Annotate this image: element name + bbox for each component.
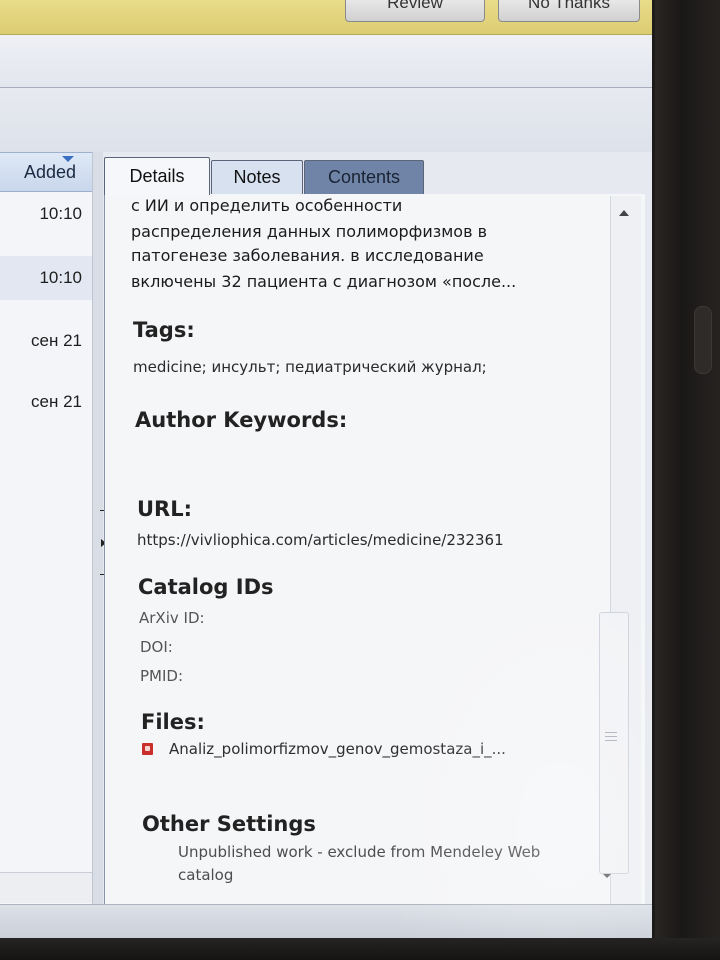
notification-bar: Review No Thanks (0, 0, 652, 35)
doi-label: DOI: (140, 638, 173, 656)
sort-descending-icon (62, 156, 74, 162)
list-horizontal-scrollbar[interactable] (0, 872, 92, 903)
abstract-text: с ИИ и определить особенности (131, 196, 403, 215)
files-heading: Files: (141, 710, 205, 734)
added-time: 10:10 (39, 204, 82, 223)
app-window: Review No Thanks Added 10:10 10:10 сен 2… (0, 0, 652, 938)
pdf-file-icon (142, 743, 153, 755)
url-link[interactable]: https://vivliophica.com/articles/medicin… (137, 531, 504, 549)
toolbar (0, 35, 652, 88)
scroll-down-icon[interactable] (603, 874, 611, 878)
author-keywords-heading: Author Keywords: (135, 408, 348, 432)
scrollbar-grip (605, 732, 617, 744)
status-bar (0, 904, 652, 938)
url-heading: URL: (137, 497, 193, 521)
tags-value[interactable]: medicine; инсульт; педиатрический журнал… (133, 358, 487, 376)
monitor-bezel-bottom (0, 938, 720, 960)
pmid-label: PMID: (140, 667, 184, 685)
list-item[interactable]: 10:10 (0, 256, 92, 300)
other-settings-heading: Other Settings (142, 812, 316, 836)
arxiv-id-label: ArXiv ID: (139, 609, 205, 627)
added-time: 10:10 (39, 268, 82, 287)
scroll-up-icon[interactable] (619, 210, 629, 216)
tab-contents[interactable]: Contents (304, 160, 424, 194)
tags-heading: Tags: (133, 318, 195, 342)
file-attachment[interactable]: Analiz_polimorfizmov_genov_gemostaza_i_.… (142, 740, 506, 758)
unpublished-work-option[interactable]: Unpublished work - exclude from Mendeley… (178, 843, 540, 861)
catalog-ids-heading: Catalog IDs (138, 575, 274, 599)
monitor-bezel (655, 0, 720, 960)
list-item[interactable]: сен 21 (0, 319, 92, 363)
pane-splitter[interactable] (93, 152, 103, 904)
details-panel (104, 194, 645, 904)
file-name: Analiz_polimorfizmov_genov_gemostaza_i_.… (169, 740, 506, 758)
list-item[interactable]: сен 21 (0, 380, 92, 424)
toolbar-secondary (0, 88, 652, 152)
abstract-text: распределения данных полиморфизмов в (131, 222, 488, 241)
no-thanks-button[interactable]: No Thanks (498, 0, 640, 22)
tab-notes[interactable]: Notes (211, 160, 303, 194)
column-header-added[interactable]: Added (0, 152, 92, 192)
abstract-text: патогенезе заболевания. в исследование (131, 246, 484, 265)
review-button[interactable]: Review (345, 0, 485, 22)
tab-details[interactable]: Details (104, 157, 210, 195)
list-item[interactable]: 10:10 (0, 192, 92, 236)
monitor-button (694, 306, 712, 374)
unpublished-work-option: catalog (178, 866, 234, 884)
abstract-text: включены 32 пациента с диагнозом «после.… (131, 272, 517, 291)
column-header-label: Added (24, 161, 77, 182)
added-time: сен 21 (31, 331, 82, 350)
added-time: сен 21 (31, 392, 82, 411)
